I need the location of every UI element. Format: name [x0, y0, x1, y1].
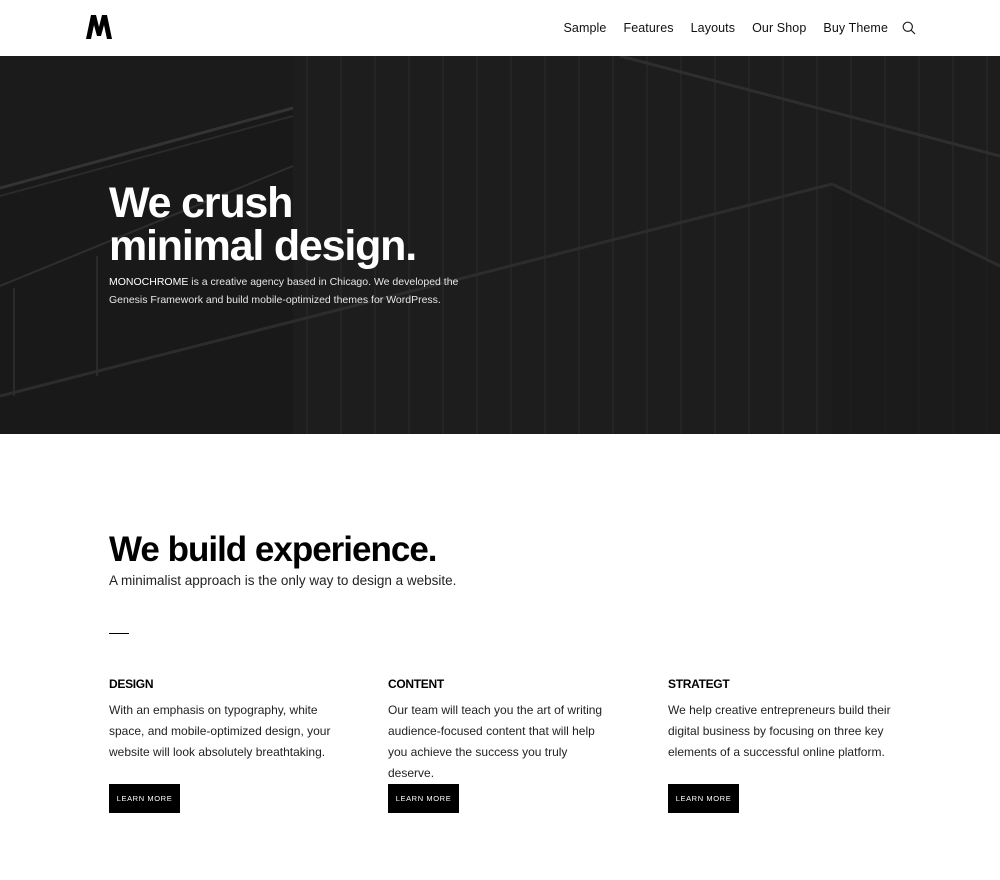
nav-layouts[interactable]: Layouts: [691, 21, 735, 35]
feature-text: We help creative entrepreneurs build the…: [668, 703, 891, 759]
feature-title: DESIGN: [109, 677, 154, 691]
hero-title-line-1: We crush: [109, 179, 293, 227]
intro-title: We build experience.: [109, 530, 438, 569]
hero-description: MONOCHROME is a creative agency based in…: [109, 273, 459, 309]
feature-design: DESIGN With an emphasis on typography, w…: [109, 676, 339, 813]
hero-title-line-2: minimal design.: [109, 222, 417, 270]
main-nav: Sample Features Layouts Our Shop Buy The…: [546, 0, 916, 56]
hero-section: We crush minimal design. MONOCHROME is a…: [0, 56, 1000, 434]
monochrome-logo[interactable]: [85, 14, 113, 40]
learn-more-content-button[interactable]: LEARN MORE: [388, 784, 459, 813]
search-icon[interactable]: [902, 21, 916, 35]
nav-features[interactable]: Features: [623, 21, 673, 35]
brand-name: MONOCHROME: [109, 276, 189, 288]
site-header: Sample Features Layouts Our Shop Buy The…: [0, 0, 1000, 56]
learn-more-design-button[interactable]: LEARN MORE: [109, 784, 180, 813]
intro-subtitle: A minimalist approach is the only way to…: [109, 573, 457, 588]
nav-our-shop[interactable]: Our Shop: [752, 21, 806, 35]
feature-content: CONTENT Our team will teach you the art …: [388, 676, 618, 813]
feature-text: With an emphasis on typography, white sp…: [109, 703, 331, 759]
hero-title: We crush minimal design.: [109, 182, 629, 268]
feature-strategy: STRATEGT We help creative entrepreneurs …: [668, 676, 898, 813]
nav-sample[interactable]: Sample: [563, 21, 606, 35]
learn-more-strategy-button[interactable]: LEARN MORE: [668, 784, 739, 813]
feature-text: Our team will teach you the art of writi…: [388, 703, 603, 780]
feature-title: CONTENT: [388, 677, 444, 691]
feature-title: STRATEGT: [668, 677, 730, 691]
section-divider: [109, 633, 129, 634]
nav-buy-theme[interactable]: Buy Theme: [823, 21, 888, 35]
